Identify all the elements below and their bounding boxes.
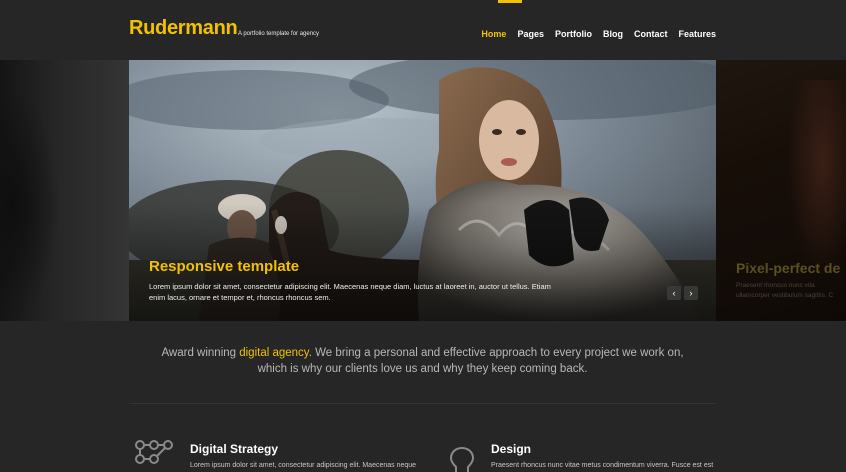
slider-controls: ‹ ›: [667, 286, 698, 300]
hero-slide: Responsive template Lorem ipsum dolor si…: [129, 60, 716, 321]
nav-item-home[interactable]: Home: [481, 29, 506, 39]
lightbulb-icon: [449, 447, 475, 472]
site-header: Rudermann A portfolio template for agenc…: [0, 0, 846, 60]
nav-item-portfolio[interactable]: Portfolio: [555, 29, 592, 39]
service-title-design: Design: [491, 442, 532, 456]
intro-text: . We bring a personal and effective appr…: [308, 347, 684, 359]
service-text-digital-strategy: Lorem ipsum dolor sit amet, consectetur …: [190, 462, 417, 469]
next-slide-line: ullamcorper vestibulum sagittis. C: [736, 292, 834, 299]
previous-slide-preview[interactable]: [0, 60, 129, 321]
section-divider: [129, 403, 716, 404]
next-slide-title: Pixel-perfect de: [736, 260, 841, 276]
slide-caption-title: Responsive template: [149, 258, 300, 275]
nav-item-features[interactable]: Features: [678, 29, 716, 39]
slider-prev-button[interactable]: ‹: [667, 286, 681, 300]
previous-slide-shadow: [0, 90, 60, 321]
main-nav: Home Pages Portfolio Blog Contact Featur…: [481, 29, 716, 39]
service-text-design: Praesent rhoncus nunc vitae metus condim…: [491, 462, 714, 469]
site-tagline: A portfolio template for agency: [238, 31, 320, 37]
next-slide-preview[interactable]: Pixel-perfect de Praesent rhoncus nunc v…: [716, 60, 846, 321]
nav-item-blog[interactable]: Blog: [603, 29, 623, 39]
slide-caption-text: Lorem ipsum dolor sit amet, consectetur …: [149, 282, 551, 302]
site-logo[interactable]: Rudermann: [129, 17, 238, 40]
intro-line-2: which is why our clients love us and why…: [257, 363, 588, 375]
next-slide-line: Praesent rhoncus nunc vita: [736, 282, 815, 289]
intro-statement: Award winning digital agency. We bring a…: [129, 345, 716, 377]
slider-next-button[interactable]: ›: [684, 286, 698, 300]
network-nodes-icon: [135, 440, 173, 464]
intro-line-1: Award winning digital agency. We bring a…: [129, 345, 716, 361]
slider-band: Responsive template Lorem ipsum dolor si…: [0, 60, 846, 321]
service-title-digital-strategy: Digital Strategy: [190, 442, 279, 456]
intro-text: Award winning: [161, 347, 240, 359]
nav-item-contact[interactable]: Contact: [634, 29, 668, 39]
intro-highlight-link[interactable]: digital agency: [239, 347, 308, 359]
active-nav-indicator: [498, 0, 522, 3]
nav-item-pages[interactable]: Pages: [517, 29, 544, 39]
